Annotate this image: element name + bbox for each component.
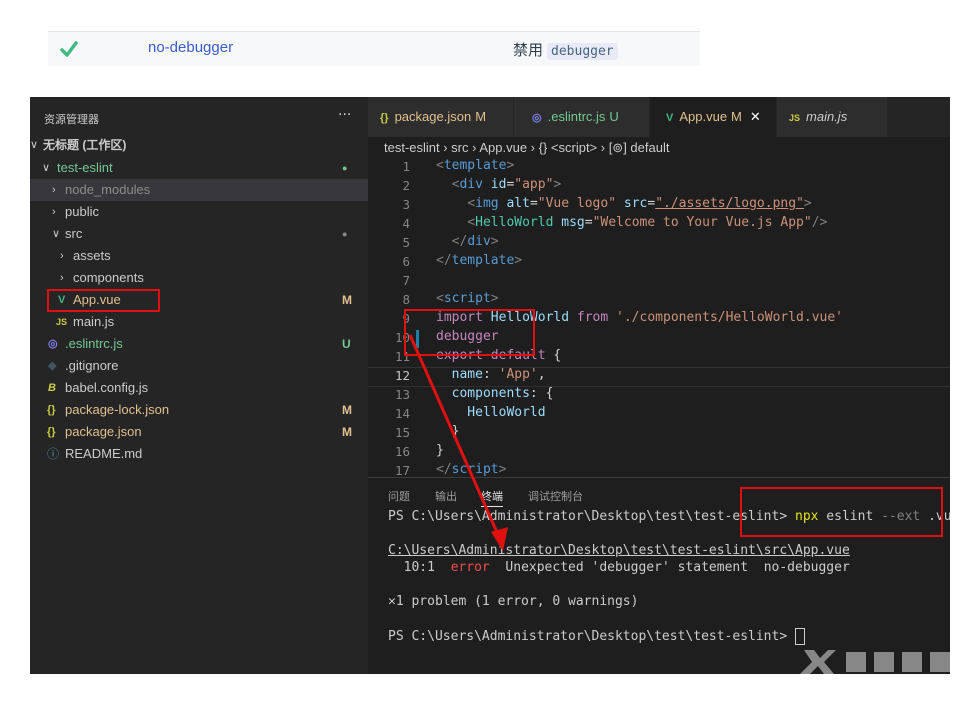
- tree-item-label: package-lock.json: [65, 402, 170, 417]
- tree-item-package-lock[interactable]: {} package-lock.json M: [30, 399, 368, 421]
- code-line: <template>: [436, 158, 515, 173]
- line-number: 1: [402, 159, 410, 174]
- code-line: <script>: [436, 291, 499, 306]
- terminal-cursor: [795, 628, 805, 645]
- tree-item-label: assets: [73, 248, 111, 263]
- tree-item-main-js[interactable]: JS main.js: [30, 311, 368, 333]
- eslint-icon: ◎: [48, 338, 58, 350]
- tree-item-gitignore[interactable]: ◆ .gitignore: [30, 355, 368, 377]
- breadcrumb[interactable]: test-eslint › src › App.vue › {} <script…: [384, 137, 669, 159]
- explorer-sidebar: 资源管理器 ··· ∨ 无标题 (工作区) ∨ test-eslint ● › …: [30, 97, 368, 674]
- highlight-box-app-vue: [47, 289, 160, 312]
- rule-description-code: debugger: [547, 43, 618, 60]
- tree-item-label: README.md: [65, 446, 143, 461]
- tree-item-label: .eslintrc.js: [65, 336, 123, 351]
- explorer-title: 资源管理器: [44, 114, 99, 126]
- status-badge: M: [342, 425, 352, 439]
- tree-item-public[interactable]: › public: [30, 201, 368, 223]
- editor-tabs: {} package.json M ◎ .eslintrc.js U V App.vue M…: [368, 97, 950, 137]
- status-badge: M: [342, 403, 352, 417]
- line-number: 5: [402, 235, 410, 250]
- line-number: 2: [402, 178, 410, 193]
- line-number: 6: [402, 254, 410, 269]
- tree-item-assets[interactable]: › assets: [30, 245, 368, 267]
- chevron-down-icon: ∨: [30, 139, 39, 151]
- js-icon: JS: [789, 113, 801, 123]
- arrow-annotation: [408, 334, 508, 551]
- tree-item-label: package.json: [65, 424, 142, 439]
- rule-description: 禁用 debugger: [513, 39, 618, 60]
- eslint-icon: ◎: [532, 112, 542, 124]
- close-icon[interactable]: ✕: [750, 109, 761, 124]
- workspace-label: 无标题 (工作区): [43, 138, 127, 152]
- status-badge: U: [342, 337, 351, 351]
- line-number: 4: [402, 216, 410, 231]
- tab-status: M: [475, 109, 487, 124]
- line-number: 3: [402, 197, 410, 212]
- json-icon: {}: [47, 426, 56, 438]
- json-icon: {}: [47, 404, 56, 416]
- code-line: <HelloWorld msg="Welcome to Your Vue.js …: [436, 215, 828, 230]
- chevron-right-icon: ›: [60, 250, 64, 262]
- tree-item-eslintrc[interactable]: ◎ .eslintrc.js U: [30, 333, 368, 355]
- code-line: <div id="app">: [436, 177, 562, 192]
- info-icon: ⓘ: [47, 447, 60, 461]
- code-line: </template>: [436, 253, 523, 268]
- tree-item-test-eslint[interactable]: ∨ test-eslint ●: [30, 157, 368, 179]
- chevron-right-icon: ›: [52, 206, 56, 218]
- modified-dot-icon: ●: [342, 163, 348, 173]
- tab-label: .eslintrc.js: [547, 109, 606, 124]
- tree-item-label: node_modules: [65, 182, 151, 197]
- check-icon: [60, 41, 78, 57]
- tree-item-src[interactable]: ∨ src ●: [30, 223, 368, 245]
- code-line: <img alt="Vue logo" src="./assets/logo.p…: [436, 196, 812, 211]
- tree-item-label: main.js: [73, 314, 115, 329]
- terminal-prompt[interactable]: PS C:\Users\Administrator\Desktop\test\t…: [388, 628, 805, 645]
- tree-item-readme[interactable]: ⓘ README.md: [30, 443, 368, 465]
- rule-description-text: 禁用: [513, 42, 544, 59]
- git-icon: ◆: [48, 360, 57, 372]
- rule-name[interactable]: no-debugger: [148, 39, 233, 56]
- tree-item-label: components: [73, 270, 144, 285]
- tree-item-node-modules[interactable]: › node_modules: [30, 179, 368, 201]
- status-badge: M: [342, 293, 352, 307]
- tree-item-package-json[interactable]: {} package.json M: [30, 421, 368, 443]
- vscode-window: 资源管理器 ··· ∨ 无标题 (工作区) ∨ test-eslint ● › …: [30, 97, 950, 674]
- tree-item-label: babel.config.js: [65, 380, 149, 395]
- highlight-box-command: [740, 487, 943, 537]
- terminal-summary: ✕1 problem (1 error, 0 warnings): [388, 594, 639, 609]
- tree-item-label: src: [65, 226, 83, 241]
- tab-label: package.json: [394, 109, 472, 124]
- js-icon: JS: [56, 317, 68, 327]
- vue-icon: V: [666, 112, 674, 124]
- tree-item-components[interactable]: › components: [30, 267, 368, 289]
- modified-dot-icon: ●: [342, 229, 348, 239]
- tab-package-json[interactable]: {} package.json M: [368, 97, 513, 137]
- tab-status: M: [731, 109, 742, 124]
- tree-item-label: .gitignore: [65, 358, 119, 373]
- chevron-right-icon: ›: [52, 184, 56, 196]
- tab-label: App.vue: [679, 109, 728, 124]
- workspace-header[interactable]: ∨ 无标题 (工作区): [30, 134, 368, 156]
- tab-app-vue[interactable]: V App.vue M ✕: [650, 97, 776, 137]
- line-number: 7: [402, 273, 410, 288]
- rule-row: no-debugger 禁用 debugger: [48, 31, 700, 66]
- tab-eslintrc[interactable]: ◎ .eslintrc.js U: [514, 97, 649, 137]
- chevron-down-icon: ∨: [52, 228, 61, 240]
- json-icon: {}: [380, 112, 389, 124]
- chevron-down-icon: ∨: [42, 162, 51, 174]
- tree-item-label: public: [65, 204, 99, 219]
- tab-label: main.js: [806, 109, 848, 124]
- tree-item-babel-config[interactable]: B babel.config.js: [30, 377, 368, 399]
- watermark-logo: [800, 650, 950, 674]
- line-number: 8: [402, 292, 410, 307]
- tab-status: U: [609, 109, 619, 124]
- tab-main-js[interactable]: JS main.js: [777, 97, 887, 137]
- more-actions-icon[interactable]: ···: [338, 107, 351, 123]
- code-line: </div>: [436, 234, 499, 249]
- terminal-error-line: 10:1 error Unexpected 'debugger' stateme…: [388, 560, 850, 575]
- babel-icon: B: [48, 382, 56, 394]
- chevron-right-icon: ›: [60, 272, 64, 284]
- tree-item-label: test-eslint: [57, 160, 113, 175]
